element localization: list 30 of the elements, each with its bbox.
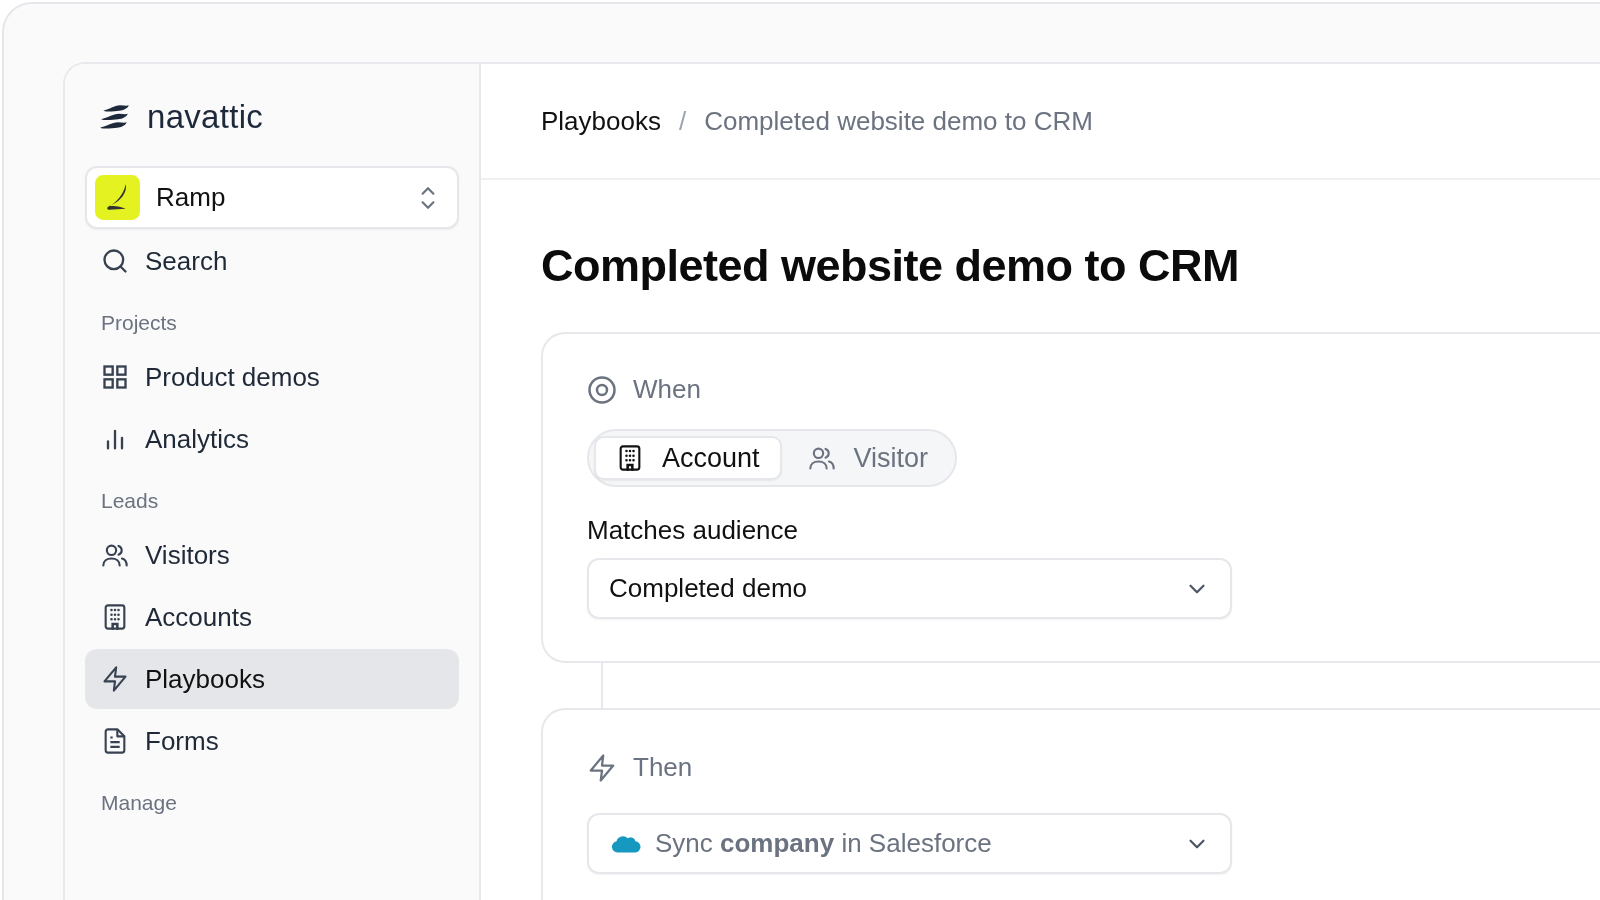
search-icon [101,247,129,275]
grid-icon [101,363,129,391]
section-heading: Projects [100,310,178,336]
sidebar-item[interactable]: Visitors [85,525,459,585]
workspace-logo-icon [95,175,140,220]
breadcrumb-link[interactable]: Playbooks [541,105,661,137]
breadcrumb-current: Completed website demo to CRM [704,105,1093,137]
workspace-switcher[interactable]: Ramp [85,166,459,229]
page-title: Completed website demo to CRM [541,240,1241,292]
section-heading: Manage [100,790,178,816]
lightning-icon [587,752,617,783]
search-button[interactable]: Search [85,231,459,291]
card-heading: When [633,374,701,405]
sidebar-item[interactable]: Product demos [85,347,459,407]
field-label: Matches audience [587,515,800,546]
brand-name: navattic [147,98,264,136]
audience-dropdown[interactable]: Completed demo [587,558,1232,619]
target-icon [587,374,617,405]
sidebar-item[interactable]: Accounts [85,587,459,647]
sidebar-item[interactable]: Playbooks [85,649,459,709]
up-down-chevron-icon [419,184,437,211]
sidebar-item[interactable]: Forms [85,711,459,771]
section-heading: Leads [100,488,160,514]
action-dropdown[interactable]: Sync company in Salesforce [587,813,1232,874]
card-heading: Then [633,752,693,783]
sidebar-item[interactable]: Analytics [85,409,459,469]
lightning-icon [101,665,129,693]
segment-tab[interactable]: Visitor [785,436,951,480]
breadcrumb-separator: / [678,105,687,137]
segment-tab[interactable]: Account [594,436,782,480]
